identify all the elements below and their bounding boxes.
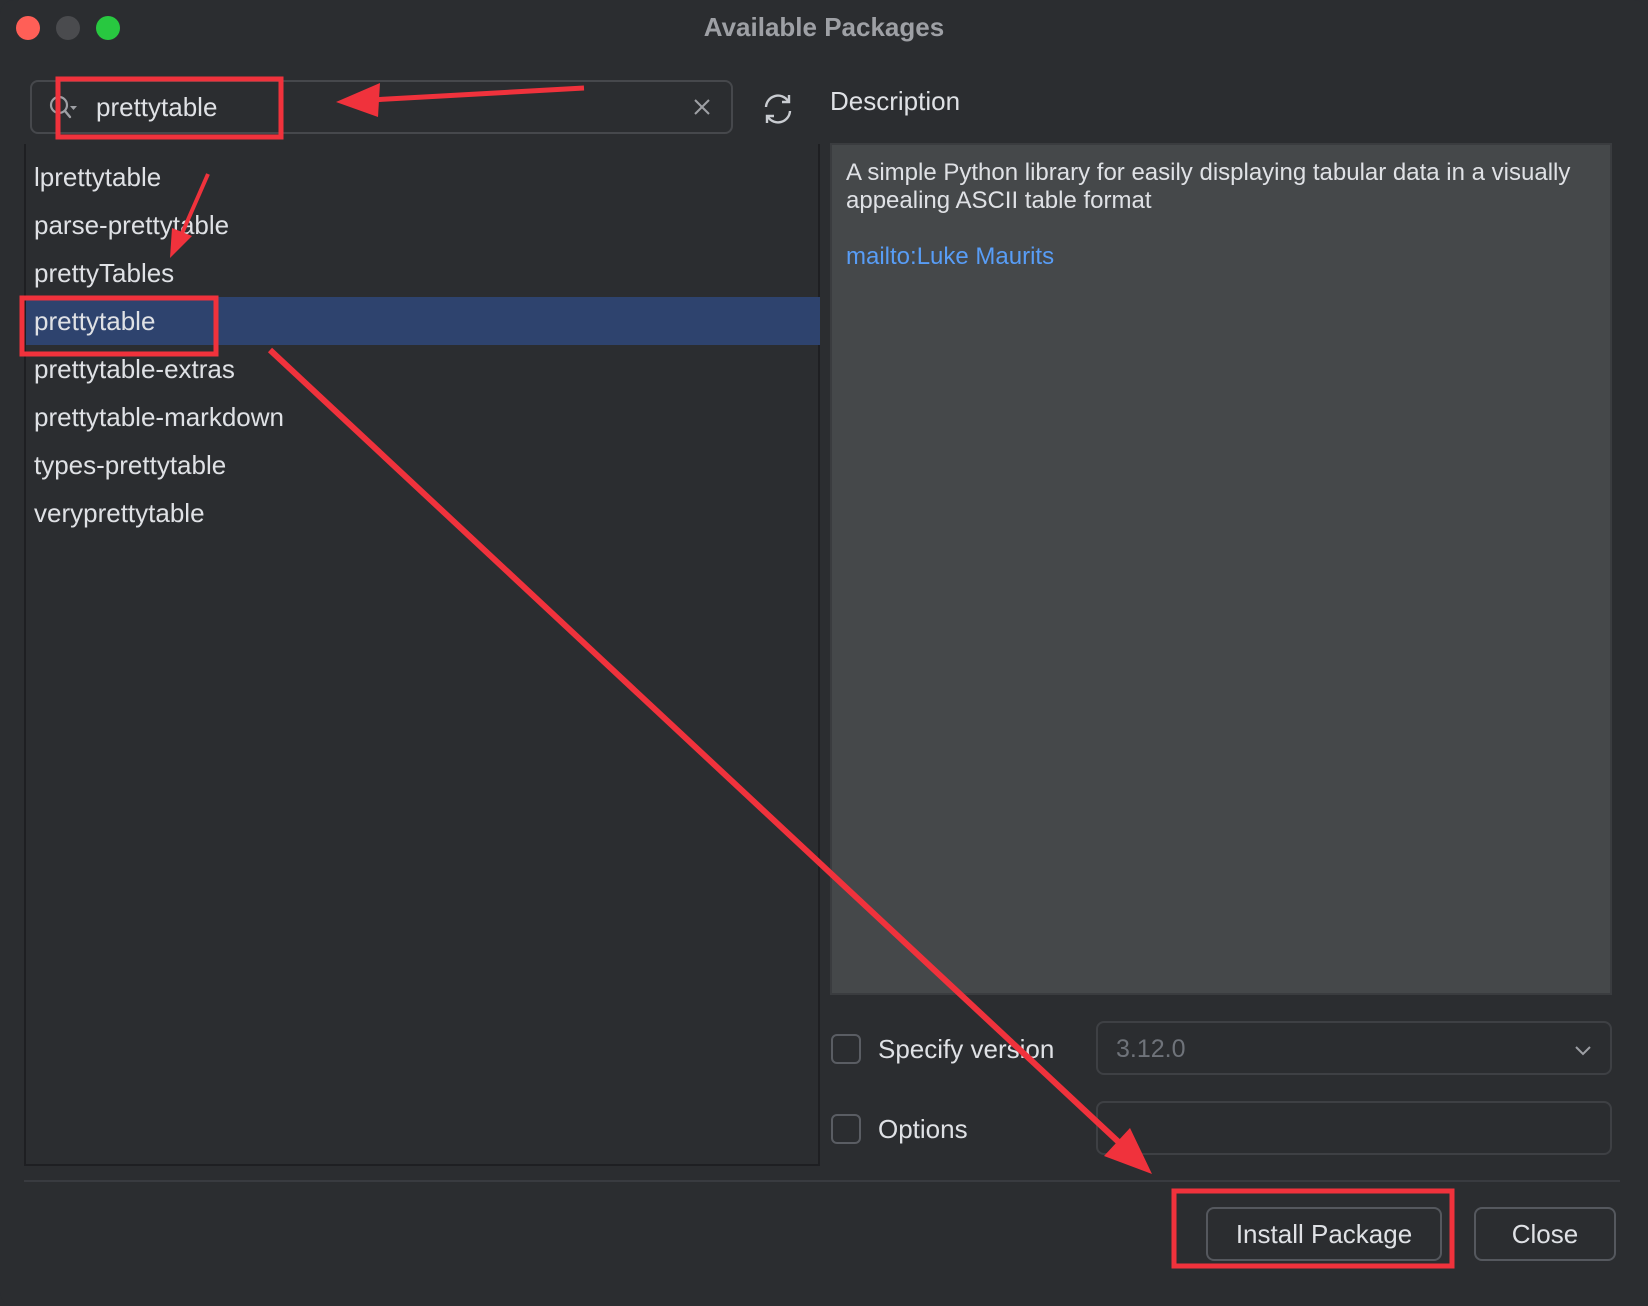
install-package-button[interactable]: Install Package xyxy=(1206,1207,1442,1261)
available-packages-dialog: Available Packages prettytable lprettyta… xyxy=(0,0,1648,1306)
search-field[interactable]: prettytable xyxy=(30,80,733,134)
list-item[interactable]: prettytable-markdown xyxy=(26,393,820,441)
options-label: Options xyxy=(878,1114,968,1144)
close-button[interactable]: Close xyxy=(1474,1207,1616,1261)
close-icon[interactable] xyxy=(689,94,715,120)
specify-version-label: Specify version xyxy=(878,1034,1055,1064)
list-item[interactable]: prettyTables xyxy=(26,249,820,297)
author-link[interactable]: mailto:Luke Maurits xyxy=(846,243,1054,271)
list-item-selected[interactable]: prettytable xyxy=(26,297,820,345)
package-list: lprettytable parse-prettytable prettyTab… xyxy=(24,144,820,1166)
list-item[interactable]: types-prettytable xyxy=(26,441,820,489)
chevron-down-icon xyxy=(1575,1046,1591,1056)
version-value: 3.12.0 xyxy=(1116,1035,1186,1063)
specify-version-checkbox[interactable] xyxy=(831,1034,861,1064)
window-title: Available Packages xyxy=(703,12,945,42)
options-field[interactable] xyxy=(1096,1101,1612,1155)
search-icon[interactable] xyxy=(48,94,78,122)
list-item[interactable]: parse-prettytable xyxy=(26,201,820,249)
description-label: Description xyxy=(830,86,961,116)
refresh-icon[interactable] xyxy=(758,89,798,129)
footer-divider xyxy=(24,1180,1620,1182)
search-input[interactable]: prettytable xyxy=(96,92,217,123)
list-item[interactable]: lprettytable xyxy=(26,153,820,201)
version-dropdown[interactable]: 3.12.0 xyxy=(1096,1021,1612,1075)
description-text: A simple Python library for easily displ… xyxy=(846,159,1571,214)
description-panel: A simple Python library for easily displ… xyxy=(830,143,1612,995)
title-bar: Available Packages xyxy=(0,0,1648,56)
options-checkbox[interactable] xyxy=(831,1114,861,1144)
list-item[interactable]: prettytable-extras xyxy=(26,345,820,393)
list-item[interactable]: veryprettytable xyxy=(26,489,820,537)
